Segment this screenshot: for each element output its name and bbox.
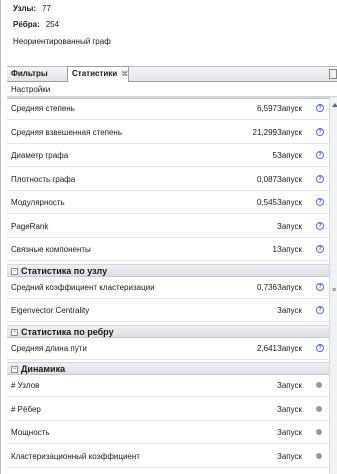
section-header[interactable]: − Статистика по ребру — [7, 324, 329, 338]
status-dot-icon — [316, 429, 322, 435]
stat-value: 21,299 — [252, 127, 277, 137]
tab-close-icon[interactable]: ⌘ — [121, 71, 128, 78]
tab-filters[interactable]: Фильтры — [7, 67, 65, 82]
nodes-label: Узлы: — [13, 4, 37, 13]
run-button[interactable]: Запуск — [277, 128, 302, 137]
help-icon[interactable]: ? — [316, 151, 324, 159]
run-button[interactable]: Запуск — [277, 104, 302, 113]
panel-tabbar: Фильтры Статистики ⌘ — [7, 66, 337, 82]
scroll-up-icon[interactable] — [332, 103, 337, 107]
stat-label: Модулярность — [11, 198, 65, 207]
help-icon[interactable]: ? — [316, 127, 324, 136]
help-icon[interactable]: ? — [316, 174, 324, 183]
stat-label: # Узлов — [11, 381, 40, 390]
stat-label: Средняя степень — [11, 104, 75, 113]
collapse-icon[interactable]: − — [11, 267, 18, 275]
tab-filters-label: Фильтры — [11, 69, 48, 78]
stat-row: Средняя взвешенная степень 21,299 Запуск? — [7, 123, 329, 144]
nodes-count: 77 — [42, 4, 51, 13]
stat-row: Средняя длина пути 2,641 Запуск? — [7, 339, 329, 360]
run-button[interactable]: Запуск — [277, 381, 302, 390]
minimize-icon[interactable] — [329, 69, 337, 79]
collapse-icon[interactable]: − — [11, 366, 18, 373]
help-icon[interactable]: ? — [316, 104, 324, 112]
stat-label: PageRank — [11, 221, 49, 231]
scroll-grip-icon[interactable]: ≡ — [331, 287, 337, 297]
stat-value: 0,087 — [256, 174, 277, 184]
stat-row: PageRank Запуск? — [7, 217, 329, 238]
run-button[interactable]: Запуск — [277, 283, 302, 292]
run-button[interactable]: Запуск — [277, 405, 302, 414]
stat-label: Плотность графа — [11, 174, 76, 184]
run-button[interactable]: Запуск — [277, 344, 302, 353]
stat-row: Модулярность 0,545 Запуск? — [7, 193, 329, 214]
stat-row: Eigenvector Centrality Запуск? — [7, 301, 329, 322]
stat-row: Плотность графа 0,087 Запуск? — [7, 170, 329, 191]
help-icon[interactable]: ? — [316, 343, 324, 352]
stat-row: Связные компоненты 1 Запуск? — [7, 240, 329, 261]
run-button[interactable]: Запуск — [277, 428, 302, 437]
settings-link[interactable]: Настройки — [7, 82, 337, 97]
collapse-icon[interactable]: − — [11, 328, 18, 336]
section-title: Динамика — [21, 364, 66, 374]
section-header[interactable]: − Динамика — [7, 362, 329, 375]
run-button[interactable]: Запуск — [277, 306, 302, 315]
stat-row: Диаметр графа 5 Запуск? — [7, 146, 329, 167]
help-icon[interactable]: ? — [316, 198, 324, 206]
stat-label: Мощность — [11, 428, 50, 437]
stat-value: 2,641 — [256, 343, 277, 353]
section-title: Статистика по ребру — [21, 326, 114, 337]
status-dot-icon — [316, 382, 322, 388]
run-button[interactable]: Запуск — [277, 151, 302, 160]
stat-label: Диаметр графа — [11, 151, 69, 160]
tab-statistics-label: Статистики — [72, 69, 118, 78]
run-button[interactable]: Запуск — [277, 245, 302, 254]
stat-row: Мощность Запуск — [7, 423, 329, 444]
help-icon[interactable]: ? — [316, 306, 324, 314]
graph-info: Узлы: 77 Рёбра: 254 Неориентированный граф — [7, 0, 337, 62]
graph-type: Неориентированный граф — [13, 37, 111, 46]
tab-statistics[interactable]: Статистики ⌘ — [67, 66, 129, 82]
stat-label: Кластеризационный коэффициент — [11, 451, 140, 461]
edges-count: 254 — [45, 20, 60, 29]
stat-label: Средняя длина пути — [11, 343, 87, 353]
statistics-panel-window: Узлы: 77 Рёбра: 254 Неориентированный граф… — [0, 0, 337, 474]
help-icon[interactable]: ? — [316, 245, 324, 253]
stat-value: 0,736 — [256, 282, 277, 292]
run-button[interactable]: Запуск — [277, 198, 302, 207]
status-dot-icon — [316, 452, 322, 459]
stat-row: # Узлов Запуск — [7, 376, 329, 397]
stat-label: Средний коэффициент кластеризации — [11, 282, 155, 292]
stat-row: Средняя степень 6,597 Запуск? — [7, 99, 329, 120]
stat-row: Кластеризационный коэффициент Запуск — [7, 447, 329, 468]
section-header[interactable]: − Статистика по узлу — [7, 263, 329, 277]
stat-value: 0,545 — [256, 198, 277, 207]
status-dot-icon — [316, 405, 322, 412]
stat-label: # Рёбер — [11, 404, 41, 414]
help-icon[interactable]: ? — [316, 282, 324, 291]
run-button[interactable]: Запуск — [277, 222, 302, 231]
statistics-list: Средняя степень 6,597 Запуск? Средняя взвеш… — [7, 97, 329, 474]
section-title: Статистика по узлу — [21, 265, 108, 276]
stat-label: Средняя взвешенная степень — [11, 127, 123, 137]
run-button[interactable]: Запуск — [277, 452, 302, 461]
run-button[interactable]: Запуск — [277, 175, 302, 184]
stat-label: Связные компоненты — [11, 245, 91, 254]
stat-value: 6,597 — [256, 104, 277, 113]
stat-row: Средний коэффициент кластеризации 0,736 За… — [7, 278, 329, 299]
vertical-scrollbar[interactable]: ≡ — [329, 97, 337, 474]
edges-label: Рёбра: — [13, 20, 40, 29]
stat-row: # Рёбер Запуск — [7, 400, 329, 421]
stat-label: Eigenvector Centrality — [11, 306, 90, 315]
help-icon[interactable]: ? — [316, 221, 324, 230]
